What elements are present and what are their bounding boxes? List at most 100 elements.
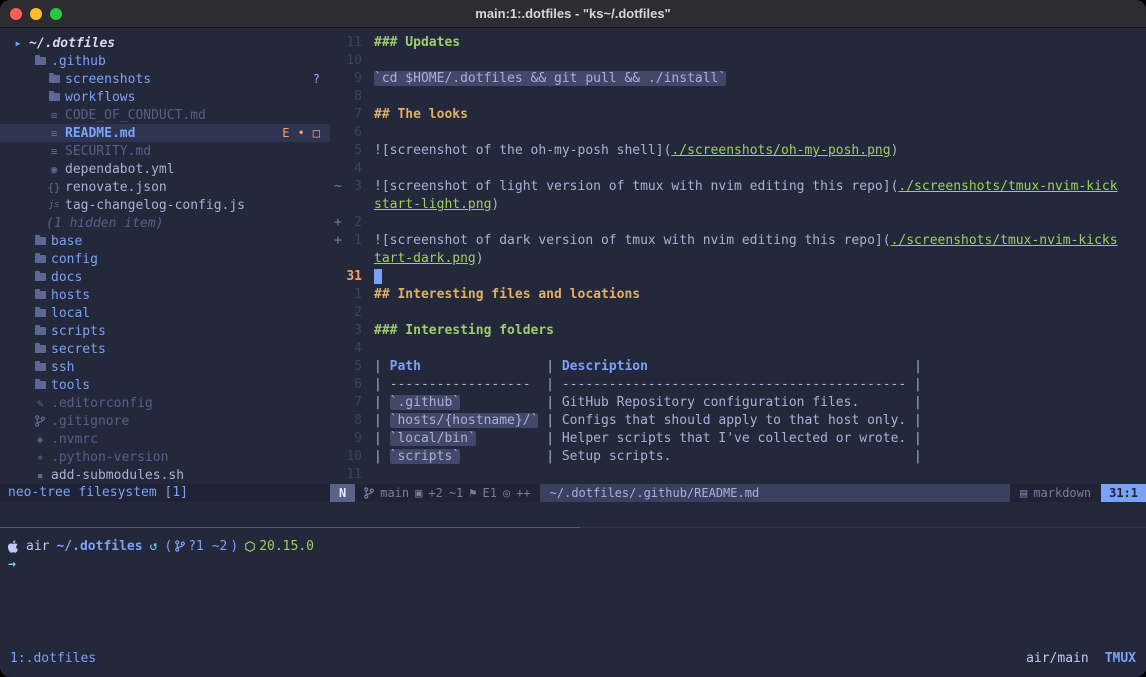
editor-line-31[interactable]: 31 xyxy=(330,268,1146,286)
tree-item-code-of-conduct-md[interactable]: ≡CODE_OF_CONDUCT.md xyxy=(0,106,330,124)
link-label: screenshot of light version of tmux with… xyxy=(390,179,883,194)
tree-item-add-submodules-sh[interactable]: ▪add-submodules.sh xyxy=(0,466,330,484)
editor-line-1[interactable]: +1![screenshot of dark version of tmux w… xyxy=(330,232,1146,250)
tree-item-docs[interactable]: docs xyxy=(0,268,330,286)
text: | xyxy=(914,359,922,374)
editor-line-wrap[interactable]: tart-dark.png) xyxy=(330,250,1146,268)
shell-input-line[interactable]: → xyxy=(8,555,1146,573)
editor-line-wrap[interactable]: start-light.png) xyxy=(330,196,1146,214)
inline-code: `scripts` xyxy=(390,449,460,464)
editor-line-7[interactable]: 7## The looks xyxy=(330,106,1146,124)
text: | Configs that should apply to that host… xyxy=(546,413,922,428)
tree-item-ssh[interactable]: ssh xyxy=(0,358,330,376)
tree-item-base[interactable]: base xyxy=(0,232,330,250)
md-icon: ≡ xyxy=(46,127,62,140)
tree-item-security-md[interactable]: ≡SECURITY.md xyxy=(0,142,330,160)
text: ) xyxy=(491,197,499,212)
tree-item-1-hidden-item[interactable]: (1 hidden item) xyxy=(0,214,330,232)
tree-item-tag-changelog-config-js[interactable]: jstag-changelog-config.js xyxy=(0,196,330,214)
editor-line-2[interactable]: 2 xyxy=(330,304,1146,322)
tree-item-screenshots[interactable]: screenshots? xyxy=(0,70,330,88)
folder-icon xyxy=(32,57,48,65)
line-number: 3 xyxy=(340,178,362,196)
editor-line-2[interactable]: +2 xyxy=(330,214,1146,232)
tree-item-label: base xyxy=(51,234,82,249)
tree-item-tools[interactable]: tools xyxy=(0,376,330,394)
line-number: 9 xyxy=(340,70,362,88)
gutter-sign xyxy=(330,268,340,286)
tree-item-renovate-json[interactable]: {}renovate.json xyxy=(0,178,330,196)
editor-line-3[interactable]: 3### Interesting folders xyxy=(330,322,1146,340)
tree-item-nvmrc[interactable]: ◈.nvmrc xyxy=(0,430,330,448)
gutter-sign xyxy=(330,124,340,142)
tree-item-github[interactable]: .github xyxy=(0,52,330,70)
minimize-button[interactable] xyxy=(30,8,42,20)
file-tree[interactable]: ▸~/.dotfiles.githubscreenshots?workflows… xyxy=(0,28,330,484)
editor-line-11[interactable]: 11### Updates xyxy=(330,34,1146,52)
tree-item-dependabot-yml[interactable]: ◉dependabot.yml xyxy=(0,160,330,178)
text: | ------------------ | -----------------… xyxy=(374,377,922,392)
tree-item-label: (1 hidden item) xyxy=(46,216,163,231)
editor-line-7[interactable]: 7| `.github` | GitHub Repository configu… xyxy=(330,394,1146,412)
line-text: ![screenshot of dark version of tmux wit… xyxy=(374,232,1146,250)
tree-item-dotfiles[interactable]: ▸~/.dotfiles xyxy=(0,34,330,52)
tree-item-label: tools xyxy=(51,378,90,393)
tree-item-readme-md[interactable]: ≡README.mdE•□ xyxy=(0,124,330,142)
tree-item-gitignore[interactable]: .gitignore xyxy=(0,412,330,430)
link-label: screenshot of dark version of tmux with … xyxy=(390,233,875,248)
tree-item-local[interactable]: local xyxy=(0,304,330,322)
zoom-button[interactable] xyxy=(50,8,62,20)
tree-item-secrets[interactable]: secrets xyxy=(0,340,330,358)
line-text: tart-dark.png) xyxy=(374,250,1146,268)
editor-line-10[interactable]: 10| `scripts` | Setup scripts. | xyxy=(330,448,1146,466)
status-badge: E xyxy=(282,126,289,140)
folder-icon xyxy=(32,381,48,389)
editor-line-9[interactable]: 9 `cd $HOME/.dotfiles && git pull && ./in… xyxy=(330,70,1146,88)
line-text: | `local/bin` | Helper scripts that I've… xyxy=(374,430,1146,448)
markdown-heading: ### Interesting folders xyxy=(374,323,554,338)
filetype-label: markdown xyxy=(1033,486,1091,500)
tree-item-workflows[interactable]: workflows xyxy=(0,88,330,106)
tree-item-editorconfig[interactable]: ✎.editorconfig xyxy=(0,394,330,412)
folder-icon xyxy=(32,363,48,371)
tree-item-python-version[interactable]: ∗.python-version xyxy=(0,448,330,466)
line-number: 1 xyxy=(340,286,362,304)
line-number xyxy=(340,250,362,268)
js-icon: js xyxy=(46,200,62,210)
text: ]( xyxy=(875,233,891,248)
tree-item-label: add-submodules.sh xyxy=(51,468,184,483)
editor-line-8[interactable]: 8 xyxy=(330,88,1146,106)
editor-line-5[interactable]: 5![screenshot of the oh-my-posh shell](.… xyxy=(330,142,1146,160)
line-text xyxy=(374,340,1146,358)
tmux-window-item[interactable]: 1:.dotfiles xyxy=(10,651,96,666)
editor-line-5[interactable]: 5| Path | Description | xyxy=(330,358,1146,376)
inline-code: `hosts/{hostname}/` xyxy=(390,413,539,428)
editor-line-1[interactable]: 1## Interesting files and locations xyxy=(330,286,1146,304)
tree-item-config[interactable]: config xyxy=(0,250,330,268)
editor-line-6[interactable]: 6 xyxy=(330,124,1146,142)
editor-line-4[interactable]: 4 xyxy=(330,340,1146,358)
line-text xyxy=(374,88,1146,106)
editor-line-11[interactable]: 11 xyxy=(330,466,1146,484)
editor-buffer[interactable]: 11### Updates109 `cd $HOME/.dotfiles && g… xyxy=(330,28,1146,484)
editor-line-8[interactable]: 8| `hosts/{hostname}/` | Configs that sh… xyxy=(330,412,1146,430)
close-button[interactable] xyxy=(10,8,22,20)
editor-line-6[interactable]: 6| ------------------ | ----------------… xyxy=(330,376,1146,394)
text xyxy=(460,395,546,410)
editor-line-4[interactable]: 4 xyxy=(330,160,1146,178)
editor-line-10[interactable]: 10 xyxy=(330,52,1146,70)
tree-item-label: scripts xyxy=(51,324,106,339)
line-text: `cd $HOME/.dotfiles && git pull && ./ins… xyxy=(374,70,1146,88)
tree-item-hosts[interactable]: hosts xyxy=(0,286,330,304)
asterisk-icon: ∗ xyxy=(32,451,48,464)
cursor-position: 31:1 xyxy=(1101,484,1146,502)
editor-line-3[interactable]: ~3![screenshot of light version of tmux … xyxy=(330,178,1146,196)
editor-line-9[interactable]: 9| `local/bin` | Helper scripts that I'v… xyxy=(330,430,1146,448)
braces-icon: {} xyxy=(46,181,62,194)
shell-pane[interactable]: air ~/.dotfiles ↺ ( ?1 ~2 ) 20.15.0 → xyxy=(0,528,1146,573)
line-text: | Path | Description | xyxy=(374,358,1146,376)
prompt-git-status: ( ?1 ~2 ) xyxy=(164,539,238,554)
line-text xyxy=(374,160,1146,178)
line-number: 1 xyxy=(340,232,362,250)
tree-item-scripts[interactable]: scripts xyxy=(0,322,330,340)
